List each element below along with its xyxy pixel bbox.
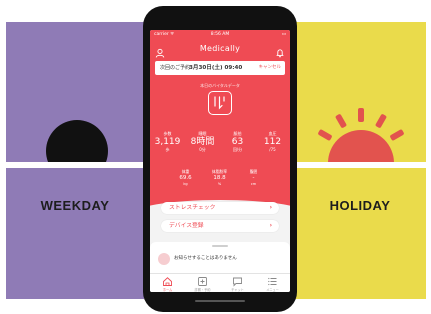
tab-label: メニュー [266, 288, 279, 292]
stat-waist[interactable]: 腹囲 - cm [236, 168, 271, 187]
notification-text: お知らせすることはありません [174, 256, 237, 261]
stat-value: 63 [231, 137, 244, 147]
home-indicator [195, 300, 245, 302]
stat-steps[interactable]: 歩数 3,119 歩 [150, 130, 185, 152]
sun-icon [328, 130, 394, 162]
stat-label: 体重 [181, 169, 190, 174]
stat-body-fat[interactable]: 体脂肪率 18.8 % [202, 168, 237, 187]
weekday-label: WEEKDAY [40, 198, 110, 213]
tab-appointment[interactable]: 診察・予約 [185, 274, 220, 292]
appointment-card[interactable]: 次回のご予約: 3月30日(土) 09:40 キャンセル [155, 61, 285, 75]
sun-ray [374, 113, 388, 129]
stat-pulse[interactable]: 脈拍 63 回/分 [220, 130, 255, 152]
stat-sleep[interactable]: 睡眠 8時間 0分 [185, 130, 220, 152]
chat-icon [233, 277, 242, 287]
holiday-label: HOLIDAY [329, 198, 391, 213]
chevron-right-icon: › [269, 205, 272, 211]
tab-menu[interactable]: メニュー [255, 274, 290, 292]
status-bar: carrier ᯤ 8:56 AM ▭ [150, 30, 290, 40]
holiday-panel: HOLIDAY [294, 22, 426, 299]
tab-home[interactable]: ホーム [150, 274, 185, 292]
sheet-drag-handle[interactable] [212, 245, 228, 247]
tab-chat[interactable]: チャット [220, 274, 255, 292]
stat-unit: /75 [269, 147, 276, 152]
stat-label: 腹囲 [249, 169, 258, 174]
list-icon [268, 277, 277, 286]
device-register-button[interactable]: デバイス登録 › [161, 220, 279, 232]
notification-item: お知らせすることはありません [158, 250, 282, 268]
stat-unit: 0分 [199, 147, 206, 152]
battery-icon: ▭ [281, 32, 286, 37]
stat-unit: cm [250, 182, 257, 186]
stat-value: - [252, 175, 255, 181]
home-icon [163, 277, 172, 286]
stat-unit: % [217, 182, 222, 186]
stat-unit: 回/分 [232, 147, 243, 152]
tab-label: ホーム [162, 288, 173, 292]
appointment-label: 次回のご予約: [160, 65, 192, 71]
weekday-panel-bottom: WEEKDAY [6, 168, 144, 299]
menu-label: ストレスチェック [169, 205, 216, 211]
heart-icon-label: 脈拍 [233, 131, 242, 136]
stat-value: 69.6 [179, 175, 192, 181]
tab-bar: ホーム 診察・予約 チャット メニュー [150, 273, 290, 292]
holiday-panel-top [294, 22, 426, 162]
status-time: 8:56 AM [210, 32, 230, 37]
stat-unit: kg [183, 182, 188, 186]
blood-pressure-icon-label: 血圧 [268, 131, 277, 136]
app-title: Medically [199, 44, 241, 53]
cancel-link[interactable]: キャンセル [259, 61, 282, 75]
app-bar: Medically [150, 40, 290, 58]
avatar [158, 253, 170, 265]
stat-value: 112 [263, 137, 282, 147]
vital-stats-row: 歩数 3,119 歩 睡眠 8時間 0分 脈拍 63 回/分 血圧 112 /7… [150, 130, 290, 170]
sun-ray [334, 113, 348, 129]
stat-value: 3,119 [154, 137, 181, 147]
tab-label: 診察・予約 [194, 288, 211, 292]
chevron-right-icon: › [269, 223, 272, 229]
menu-label: デバイス登録 [169, 223, 204, 229]
vital-data-title: 本日のバイタルデータ [200, 83, 240, 88]
vital-data-icon[interactable] [208, 91, 232, 115]
medical-plus-icon [198, 277, 207, 286]
sun-ray [358, 108, 364, 122]
moon-icon [46, 120, 108, 162]
appointment-date: 3月30日(土) 09:40 [189, 65, 243, 71]
stat-value: 18.8 [213, 175, 226, 181]
phone-frame: carrier ᯤ 8:56 AM ▭ Medically 次回のご予約: 3月… [143, 6, 297, 312]
stat-unit: 歩 [165, 147, 170, 152]
steps-icon-label: 歩数 [163, 131, 172, 136]
stat-weight[interactable]: 体重 69.6 kg [168, 168, 203, 187]
app-screen: carrier ᯤ 8:56 AM ▭ Medically 次回のご予約: 3月… [150, 30, 290, 292]
weekday-panel-top [6, 22, 144, 162]
stat-blood-pressure[interactable]: 血圧 112 /75 [255, 130, 290, 152]
notification-sheet[interactable]: お知らせすることはありません [150, 242, 290, 276]
bell-icon[interactable] [275, 43, 285, 58]
stat-value: 8時間 [190, 137, 215, 147]
stat-label: 体脂肪率 [211, 169, 228, 174]
weekday-panel: WEEKDAY [6, 22, 144, 299]
holiday-panel-bottom: HOLIDAY [294, 168, 426, 299]
sleep-icon-label: 睡眠 [198, 131, 207, 136]
tab-label: チャット [231, 288, 244, 292]
stress-check-button[interactable]: ストレスチェック › [161, 202, 279, 214]
